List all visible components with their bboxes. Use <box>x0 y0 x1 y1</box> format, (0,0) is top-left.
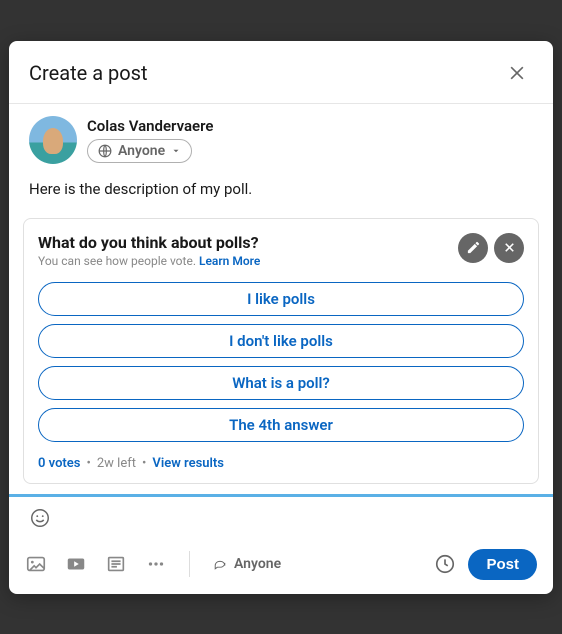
poll-option[interactable]: I like polls <box>38 282 524 316</box>
emoji-button[interactable] <box>29 507 51 529</box>
poll-option[interactable]: What is a poll? <box>38 366 524 400</box>
share-scope-label: Anyone <box>234 556 281 572</box>
post-button[interactable]: Post <box>468 549 537 580</box>
more-icon <box>145 553 167 575</box>
schedule-button[interactable] <box>434 553 456 575</box>
add-document-button[interactable] <box>105 553 127 575</box>
add-image-button[interactable] <box>25 553 47 575</box>
dot: • <box>86 456 90 471</box>
edit-poll-button[interactable] <box>458 233 488 263</box>
caret-down-icon <box>171 146 181 156</box>
poll-time-left: 2w left <box>97 456 136 471</box>
poll-actions <box>458 233 524 263</box>
author-row: Colas Vandervaere Anyone <box>9 104 553 168</box>
visibility-label: Anyone <box>118 143 165 159</box>
share-scope-button[interactable]: Anyone <box>212 556 281 572</box>
image-icon <box>25 553 47 575</box>
create-post-modal: Create a post Colas Vandervaere Anyone H… <box>9 41 553 594</box>
more-tools-button[interactable] <box>145 553 167 575</box>
add-video-button[interactable] <box>65 553 87 575</box>
close-button[interactable] <box>501 57 533 89</box>
poll-question: What do you think about polls? <box>38 233 260 252</box>
poll-subtext: You can see how people vote. Learn More <box>38 254 260 268</box>
poll-votes: 0 votes <box>38 456 80 471</box>
post-text[interactable]: Here is the description of my poll. <box>9 168 553 198</box>
poll-option[interactable]: I don't like polls <box>38 324 524 358</box>
footer: Anyone Post <box>9 541 553 594</box>
close-icon <box>507 63 527 83</box>
smiley-icon <box>29 507 51 529</box>
poll-option[interactable]: The 4th answer <box>38 408 524 442</box>
view-results-link[interactable]: View results <box>152 456 224 471</box>
footer-right: Post <box>434 549 537 580</box>
video-icon <box>65 553 87 575</box>
poll-footer: 0 votes • 2w left • View results <box>38 456 524 471</box>
modal-header: Create a post <box>9 41 553 104</box>
poll-subtext-text: You can see how people vote. <box>38 254 196 268</box>
close-icon <box>502 240 517 255</box>
learn-more-link[interactable]: Learn More <box>199 254 260 268</box>
remove-poll-button[interactable] <box>494 233 524 263</box>
modal-title: Create a post <box>29 61 148 85</box>
poll-header: What do you think about polls? You can s… <box>38 233 524 268</box>
emoji-row <box>9 497 553 541</box>
globe-icon <box>98 144 112 158</box>
footer-tools: Anyone <box>25 551 281 577</box>
poll-card: What do you think about polls? You can s… <box>23 218 539 484</box>
comment-icon <box>212 556 228 572</box>
poll-options: I like polls I don't like polls What is … <box>38 282 524 442</box>
author-name: Colas Vandervaere <box>87 117 213 135</box>
divider <box>189 551 190 577</box>
poll-head-text: What do you think about polls? You can s… <box>38 233 260 268</box>
dot: • <box>142 456 146 471</box>
document-icon <box>105 553 127 575</box>
author-meta: Colas Vandervaere Anyone <box>87 117 213 163</box>
pencil-icon <box>466 240 481 255</box>
visibility-selector[interactable]: Anyone <box>87 139 192 163</box>
clock-icon <box>434 553 456 575</box>
avatar[interactable] <box>29 116 77 164</box>
